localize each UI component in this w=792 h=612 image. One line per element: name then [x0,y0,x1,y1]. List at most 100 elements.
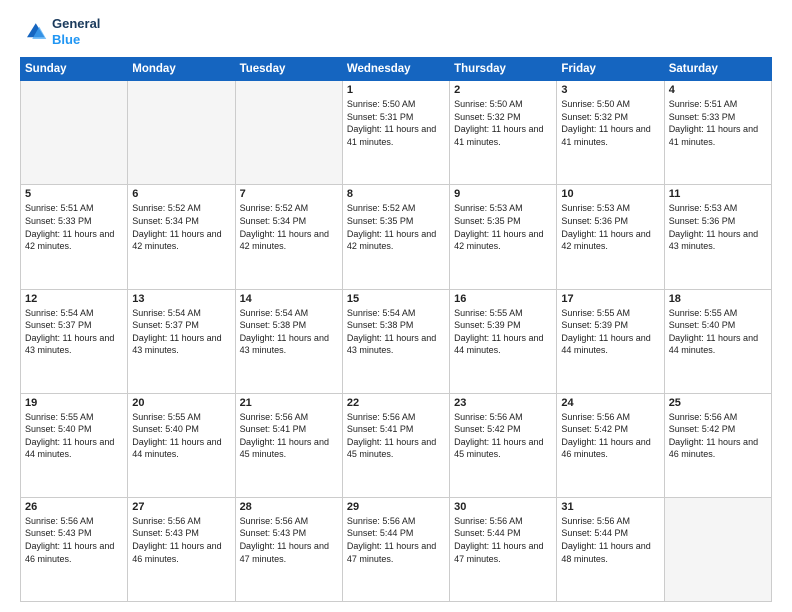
day-number: 20 [132,397,230,409]
cell-info: Sunrise: 5:50 AM Sunset: 5:31 PM Dayligh… [347,98,445,148]
cell-info: Sunrise: 5:56 AM Sunset: 5:42 PM Dayligh… [454,411,552,461]
calendar-cell: 17 Sunrise: 5:55 AM Sunset: 5:39 PM Dayl… [557,289,664,393]
day-number: 11 [669,188,767,200]
weekday-header-friday: Friday [557,58,664,81]
cell-info: Sunrise: 5:50 AM Sunset: 5:32 PM Dayligh… [454,98,552,148]
calendar-cell [664,497,771,601]
cell-info: Sunrise: 5:55 AM Sunset: 5:40 PM Dayligh… [25,411,123,461]
day-number: 23 [454,397,552,409]
week-row-0: 1 Sunrise: 5:50 AM Sunset: 5:31 PM Dayli… [21,81,772,185]
week-row-2: 12 Sunrise: 5:54 AM Sunset: 5:37 PM Dayl… [21,289,772,393]
cell-info: Sunrise: 5:56 AM Sunset: 5:44 PM Dayligh… [347,515,445,565]
day-number: 7 [240,188,338,200]
weekday-header-thursday: Thursday [450,58,557,81]
calendar-cell: 2 Sunrise: 5:50 AM Sunset: 5:32 PM Dayli… [450,81,557,185]
cell-info: Sunrise: 5:56 AM Sunset: 5:42 PM Dayligh… [561,411,659,461]
calendar-cell: 19 Sunrise: 5:55 AM Sunset: 5:40 PM Dayl… [21,393,128,497]
day-number: 24 [561,397,659,409]
calendar-cell: 28 Sunrise: 5:56 AM Sunset: 5:43 PM Dayl… [235,497,342,601]
day-number: 4 [669,84,767,96]
day-number: 15 [347,293,445,305]
cell-info: Sunrise: 5:55 AM Sunset: 5:40 PM Dayligh… [669,307,767,357]
calendar-cell: 1 Sunrise: 5:50 AM Sunset: 5:31 PM Dayli… [342,81,449,185]
cell-info: Sunrise: 5:56 AM Sunset: 5:41 PM Dayligh… [240,411,338,461]
cell-info: Sunrise: 5:53 AM Sunset: 5:35 PM Dayligh… [454,202,552,252]
weekday-header-sunday: Sunday [21,58,128,81]
cell-info: Sunrise: 5:55 AM Sunset: 5:40 PM Dayligh… [132,411,230,461]
calendar-cell [128,81,235,185]
day-number: 22 [347,397,445,409]
day-number: 17 [561,293,659,305]
cell-info: Sunrise: 5:56 AM Sunset: 5:43 PM Dayligh… [25,515,123,565]
day-number: 6 [132,188,230,200]
logo-line2: Blue [52,32,100,48]
calendar-cell: 30 Sunrise: 5:56 AM Sunset: 5:44 PM Dayl… [450,497,557,601]
calendar-cell: 10 Sunrise: 5:53 AM Sunset: 5:36 PM Dayl… [557,185,664,289]
cell-info: Sunrise: 5:51 AM Sunset: 5:33 PM Dayligh… [669,98,767,148]
cell-info: Sunrise: 5:54 AM Sunset: 5:37 PM Dayligh… [132,307,230,357]
cell-info: Sunrise: 5:51 AM Sunset: 5:33 PM Dayligh… [25,202,123,252]
calendar-cell: 9 Sunrise: 5:53 AM Sunset: 5:35 PM Dayli… [450,185,557,289]
calendar-cell: 27 Sunrise: 5:56 AM Sunset: 5:43 PM Dayl… [128,497,235,601]
cell-info: Sunrise: 5:56 AM Sunset: 5:42 PM Dayligh… [669,411,767,461]
cell-info: Sunrise: 5:53 AM Sunset: 5:36 PM Dayligh… [561,202,659,252]
calendar-cell: 31 Sunrise: 5:56 AM Sunset: 5:44 PM Dayl… [557,497,664,601]
calendar-cell: 3 Sunrise: 5:50 AM Sunset: 5:32 PM Dayli… [557,81,664,185]
calendar-cell [21,81,128,185]
calendar-cell: 29 Sunrise: 5:56 AM Sunset: 5:44 PM Dayl… [342,497,449,601]
logo: General Blue [20,16,100,47]
day-number: 1 [347,84,445,96]
day-number: 8 [347,188,445,200]
calendar-cell: 25 Sunrise: 5:56 AM Sunset: 5:42 PM Dayl… [664,393,771,497]
cell-info: Sunrise: 5:54 AM Sunset: 5:37 PM Dayligh… [25,307,123,357]
cell-info: Sunrise: 5:53 AM Sunset: 5:36 PM Dayligh… [669,202,767,252]
calendar-cell: 24 Sunrise: 5:56 AM Sunset: 5:42 PM Dayl… [557,393,664,497]
day-number: 19 [25,397,123,409]
day-number: 5 [25,188,123,200]
day-number: 13 [132,293,230,305]
logo-line1: General [52,16,100,32]
day-number: 18 [669,293,767,305]
day-number: 29 [347,501,445,513]
week-row-4: 26 Sunrise: 5:56 AM Sunset: 5:43 PM Dayl… [21,497,772,601]
day-number: 12 [25,293,123,305]
calendar-cell: 5 Sunrise: 5:51 AM Sunset: 5:33 PM Dayli… [21,185,128,289]
day-number: 27 [132,501,230,513]
calendar-cell: 8 Sunrise: 5:52 AM Sunset: 5:35 PM Dayli… [342,185,449,289]
calendar-cell: 26 Sunrise: 5:56 AM Sunset: 5:43 PM Dayl… [21,497,128,601]
calendar-cell: 21 Sunrise: 5:56 AM Sunset: 5:41 PM Dayl… [235,393,342,497]
day-number: 31 [561,501,659,513]
calendar-cell: 6 Sunrise: 5:52 AM Sunset: 5:34 PM Dayli… [128,185,235,289]
cell-info: Sunrise: 5:55 AM Sunset: 5:39 PM Dayligh… [454,307,552,357]
calendar-cell: 15 Sunrise: 5:54 AM Sunset: 5:38 PM Dayl… [342,289,449,393]
cell-info: Sunrise: 5:54 AM Sunset: 5:38 PM Dayligh… [240,307,338,357]
week-row-3: 19 Sunrise: 5:55 AM Sunset: 5:40 PM Dayl… [21,393,772,497]
cell-info: Sunrise: 5:55 AM Sunset: 5:39 PM Dayligh… [561,307,659,357]
day-number: 25 [669,397,767,409]
calendar-cell: 20 Sunrise: 5:55 AM Sunset: 5:40 PM Dayl… [128,393,235,497]
cell-info: Sunrise: 5:52 AM Sunset: 5:35 PM Dayligh… [347,202,445,252]
cell-info: Sunrise: 5:56 AM Sunset: 5:44 PM Dayligh… [454,515,552,565]
weekday-header-monday: Monday [128,58,235,81]
day-number: 10 [561,188,659,200]
header: General Blue [20,16,772,47]
cell-info: Sunrise: 5:56 AM Sunset: 5:43 PM Dayligh… [132,515,230,565]
cell-info: Sunrise: 5:54 AM Sunset: 5:38 PM Dayligh… [347,307,445,357]
logo-text: General Blue [52,16,100,47]
weekday-header-row: SundayMondayTuesdayWednesdayThursdayFrid… [21,58,772,81]
calendar-cell: 18 Sunrise: 5:55 AM Sunset: 5:40 PM Dayl… [664,289,771,393]
weekday-header-wednesday: Wednesday [342,58,449,81]
calendar-cell: 16 Sunrise: 5:55 AM Sunset: 5:39 PM Dayl… [450,289,557,393]
cell-info: Sunrise: 5:52 AM Sunset: 5:34 PM Dayligh… [240,202,338,252]
cell-info: Sunrise: 5:56 AM Sunset: 5:43 PM Dayligh… [240,515,338,565]
weekday-header-saturday: Saturday [664,58,771,81]
calendar-cell: 12 Sunrise: 5:54 AM Sunset: 5:37 PM Dayl… [21,289,128,393]
day-number: 16 [454,293,552,305]
page: General Blue SundayMondayTuesdayWednesda… [0,0,792,612]
day-number: 2 [454,84,552,96]
calendar-table: SundayMondayTuesdayWednesdayThursdayFrid… [20,57,772,602]
weekday-header-tuesday: Tuesday [235,58,342,81]
day-number: 3 [561,84,659,96]
day-number: 28 [240,501,338,513]
calendar-cell: 11 Sunrise: 5:53 AM Sunset: 5:36 PM Dayl… [664,185,771,289]
